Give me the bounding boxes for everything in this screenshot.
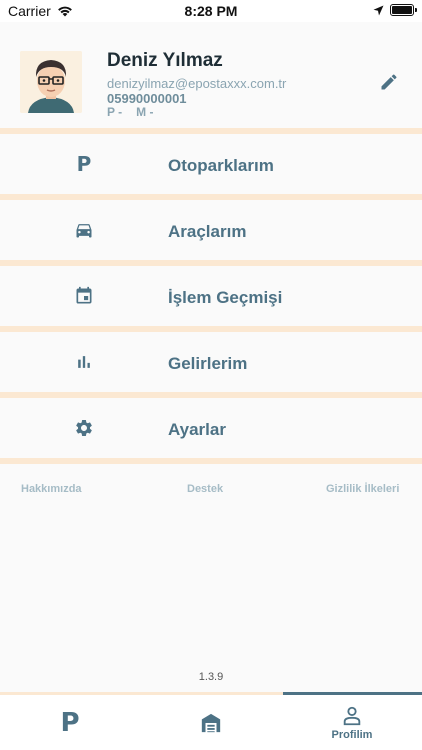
status-right (373, 4, 417, 16)
car-icon (70, 216, 98, 244)
battery-icon (390, 4, 417, 16)
menu-item-earnings[interactable]: Gelirlerim (0, 332, 422, 392)
profile-name: Deniz Yılmaz (107, 50, 223, 71)
footer-links: Hakkımızda Destek Gizlilik İlkeleri (0, 483, 422, 499)
menu-item-parkings[interactable]: P Otoparklarım (0, 134, 422, 194)
menu-item-label: Araçlarım (168, 222, 247, 241)
tab-bar: P Profilim (0, 692, 422, 750)
profile-meta-m: M - (136, 105, 154, 119)
status-bar: Carrier 8:28 PM (0, 0, 422, 22)
calendar-icon (70, 282, 98, 310)
menu-item-label: Gelirlerim (168, 354, 248, 373)
menu-item-settings[interactable]: Ayarlar (0, 398, 422, 458)
avatar[interactable] (20, 51, 82, 113)
menu-item-vehicles[interactable]: Araçlarım (0, 200, 422, 260)
menu-item-label: İşlem Geçmişi (168, 288, 283, 307)
garage-icon (201, 713, 221, 732)
tab-garage[interactable] (141, 695, 281, 750)
person-icon (343, 706, 361, 725)
support-link[interactable]: Destek (187, 483, 223, 495)
bar-chart-icon (70, 348, 98, 376)
parking-p-icon: P (76, 152, 92, 176)
privacy-link[interactable]: Gizlilik İlkeleri (326, 483, 399, 495)
app-version: 1.3.9 (198, 671, 224, 683)
avatar-illustration (20, 51, 82, 113)
pencil-icon (381, 74, 397, 90)
gear-icon (70, 414, 98, 442)
profile-email: denizyilmaz@epostaxxx.com.tr (107, 76, 287, 91)
profile-meta: P - M - (107, 105, 153, 119)
profile-header: Deniz Yılmaz denizyilmaz@epostaxxx.com.t… (0, 22, 422, 128)
location-arrow-icon (373, 5, 384, 15)
tab-label: Profilim (331, 728, 373, 741)
menu-item-history[interactable]: İşlem Geçmişi (0, 266, 422, 326)
about-link[interactable]: Hakkımızda (21, 483, 82, 495)
parking-p-icon: P (60, 707, 80, 738)
status-time: 8:28 PM (184, 3, 238, 19)
menu-divider (0, 458, 422, 464)
tab-parking[interactable]: P (0, 695, 140, 750)
edit-profile-button[interactable] (379, 72, 399, 92)
profile-menu: P Otoparklarım Araçlarım İşlem Geçmişi G… (0, 128, 422, 464)
profile-meta-p: P - (107, 105, 123, 119)
menu-item-label: Ayarlar (168, 420, 226, 439)
menu-item-label: Otoparklarım (168, 156, 274, 175)
profile-phone: 05990000001 (107, 91, 187, 106)
tab-profile[interactable]: Profilim (282, 695, 422, 750)
